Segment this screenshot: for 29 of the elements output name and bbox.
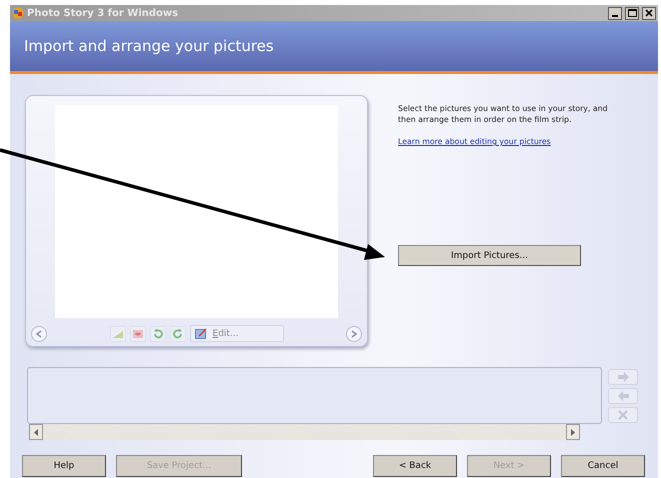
horizontal-scrollbar[interactable] xyxy=(29,424,580,440)
scroll-left-button[interactable] xyxy=(29,424,43,440)
levels-icon[interactable] xyxy=(110,326,126,342)
maximize-icon xyxy=(628,9,636,17)
maximize-button[interactable] xyxy=(625,6,639,20)
previous-button[interactable] xyxy=(31,326,47,342)
dialog-button[interactable]: Cancel xyxy=(561,455,645,477)
triangle-right-icon xyxy=(571,428,575,436)
cross-icon xyxy=(616,408,630,422)
app-icon xyxy=(12,7,24,19)
close-icon xyxy=(645,9,653,17)
pencil-picture-icon xyxy=(194,328,206,339)
import-pictures-button[interactable]: Import Pictures... xyxy=(398,245,581,266)
arrow-right-icon xyxy=(616,370,630,384)
next-picture-button[interactable] xyxy=(346,326,362,342)
eye-photo-icon[interactable] xyxy=(130,326,146,342)
triangle-left-icon xyxy=(34,428,38,436)
arrow-left-icon xyxy=(616,389,630,403)
dialog-button[interactable]: Help xyxy=(22,455,106,477)
page-title: Import and arrange your pictures xyxy=(24,37,274,55)
minimize-button[interactable] xyxy=(608,6,622,20)
chevron-left-icon xyxy=(35,330,43,338)
dialog-button[interactable]: < Back xyxy=(373,455,457,477)
window-title: Photo Story 3 for Windows xyxy=(27,8,180,18)
rotate-left-icon[interactable] xyxy=(150,326,166,342)
scroll-right-button[interactable] xyxy=(566,424,580,440)
rotate-right-icon[interactable] xyxy=(170,326,186,342)
chevron-right-icon xyxy=(350,330,358,338)
close-button[interactable] xyxy=(642,6,656,20)
